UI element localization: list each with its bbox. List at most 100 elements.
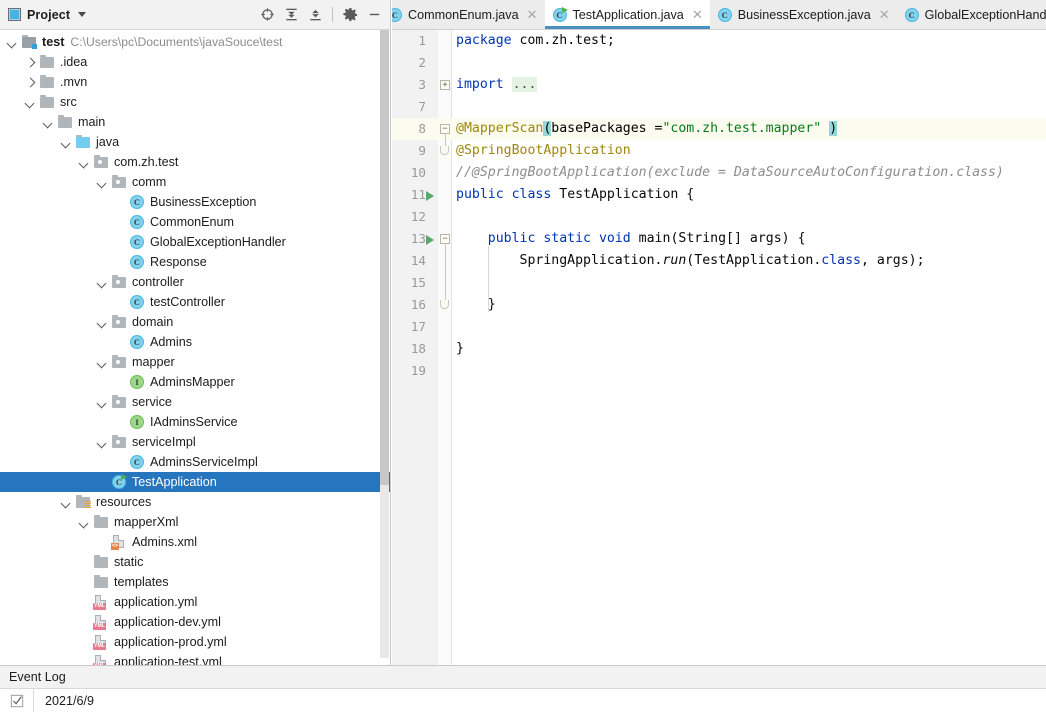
code-line[interactable]: 10 //@SpringBootApplication(exclude = Dat… [392,162,1046,184]
tree-node--idea[interactable]: .idea [0,52,390,72]
chevron-down-icon[interactable] [78,12,87,17]
tree-node-admins[interactable]: C Admins [0,332,390,352]
tree-node-testapplication[interactable]: C TestApplication [0,472,390,492]
tree-node-service[interactable]: service [0,392,390,412]
tree-node-label: IAdminsService [150,415,238,429]
tree-node-mapper[interactable]: mapper [0,352,390,372]
editor-tab-label: TestApplication.java [572,7,684,22]
chevron-down-icon[interactable] [97,177,108,188]
chevron-down-icon[interactable] [97,437,108,448]
code-line[interactable]: 1 package com.zh.test; [392,30,1046,52]
tree-node-templates[interactable]: templates [0,572,390,592]
chevron-down-icon[interactable] [97,357,108,368]
code-line[interactable]: 16 } [392,294,1046,316]
fold-region-end-icon[interactable] [440,146,449,155]
chevron-down-icon[interactable] [61,497,72,508]
tree-node-com-zh-test[interactable]: com.zh.test [0,152,390,172]
event-log-bar[interactable]: Event Log [0,665,1046,689]
collapse-all-icon[interactable] [304,4,326,26]
chevron-down-icon[interactable] [79,517,90,528]
editor-tab-commonenum-java[interactable]: C CommonEnum.java ✕ [392,0,545,29]
tree-node-mapperxml[interactable]: mapperXml [0,512,390,532]
tree-node-resources[interactable]: resources [0,492,390,512]
code-lines[interactable]: 1 package com.zh.test; 2 3 import ... 7 8 @Mapp… [392,30,1046,382]
tree-node-domain[interactable]: domain [0,312,390,332]
code-line[interactable]: 8 @MapperScan(basePackages ="com.zh.test.… [392,118,1046,140]
tree-node-test[interactable]: test C:\Users\pc\Documents\javaSouce\test [0,32,390,52]
editor-tab-globalexceptionhandler-j[interactable]: CGlobalExceptionHandler.j✕ [896,0,1046,29]
yml-file-icon: YML [93,614,109,630]
tree-node-response[interactable]: C Response [0,252,390,272]
code-line[interactable]: 18} [392,338,1046,360]
code-line[interactable]: 19 [392,360,1046,382]
chevron-down-icon[interactable] [79,157,90,168]
close-icon[interactable]: ✕ [527,8,538,21]
minimize-icon[interactable] [363,4,385,26]
run-gutter-icon[interactable] [426,191,434,201]
chevron-down-icon[interactable] [97,277,108,288]
tree-node-testcontroller[interactable]: CtestController [0,292,390,312]
editor-tab-label: CommonEnum.java [408,7,519,22]
chevron-down-icon[interactable] [61,137,72,148]
tree-node-iadminsservice[interactable]: I IAdminsService [0,412,390,432]
tree-node-comm[interactable]: comm [0,172,390,192]
chevron-down-icon[interactable] [7,37,18,48]
tree-node-main[interactable]: main [0,112,390,132]
code-editor[interactable]: 1 package com.zh.test; 2 3 import ... 7 8 @Mapp… [392,30,1046,665]
fold-region-end-icon[interactable] [440,300,449,309]
close-icon[interactable]: ✕ [879,8,890,21]
tree-node-controller[interactable]: controller [0,272,390,292]
code-line[interactable]: 13 public static void main(String[] args… [392,228,1046,250]
tree-node-static[interactable]: static [0,552,390,572]
code-line[interactable]: 9 @SpringBootApplication [392,140,1046,162]
code-line[interactable]: 3 import ... [392,74,1046,96]
chevron-right-icon[interactable] [25,57,36,68]
gear-icon[interactable] [339,4,361,26]
tree-node-label: serviceImpl [132,435,196,449]
tree-node-admins-xml[interactable]: <> Admins.xml [0,532,390,552]
tree-node-application-yml[interactable]: YML application.yml [0,592,390,612]
checkbox-icon[interactable] [0,689,34,712]
chevron-down-icon[interactable] [97,317,108,328]
tree-node-commonenum[interactable]: C CommonEnum [0,212,390,232]
project-scrollbar-thumb[interactable] [380,30,389,485]
tree-node-businessexception[interactable]: C BusinessException [0,192,390,212]
close-icon[interactable]: ✕ [692,8,703,21]
chevron-right-icon[interactable] [25,77,36,88]
expand-all-icon[interactable] [280,4,302,26]
editor-tab-businessexception-java[interactable]: C BusinessException.java ✕ [709,0,897,29]
editor-tab-testapplication-java[interactable]: C TestApplication.java ✕ [544,0,710,29]
tree-node-application-dev-yml[interactable]: YML application-dev.yml [0,612,390,632]
code-line[interactable]: 7 [392,96,1046,118]
tree-node-serviceimpl[interactable]: serviceImpl [0,432,390,452]
tree-node-src[interactable]: src [0,92,390,112]
tree-node-label: domain [132,315,174,329]
run-gutter-icon[interactable] [426,235,434,245]
code-line[interactable]: 12 [392,206,1046,228]
code-line[interactable]: 15 [392,272,1046,294]
code-line[interactable]: 2 [392,52,1046,74]
tree-node-application-test-yml[interactable]: YML application-test.yml [0,652,390,665]
tree-node-adminsmapper[interactable]: I AdminsMapper [0,372,390,392]
tree-node-application-prod-yml[interactable]: YML application-prod.yml [0,632,390,652]
chevron-down-icon[interactable] [25,97,36,108]
code-line[interactable]: 17 [392,316,1046,338]
chevron-down-icon[interactable] [97,397,108,408]
tree-node-label: java [96,135,120,149]
code-text: @MapperScan(basePackages ="com.zh.test.m… [456,121,838,136]
locate-in-tree-icon[interactable] [256,4,278,26]
event-log-label[interactable]: Event Log [9,670,66,684]
fold-expand-icon[interactable]: + [440,80,450,90]
chevron-down-icon[interactable] [43,117,54,128]
tree-node-adminsserviceimpl[interactable]: C AdminsServiceImpl [0,452,390,472]
code-line[interactable]: 14 SpringApplication.run(TestApplication… [392,250,1046,272]
code-line[interactable]: 11 public class TestApplication { [392,184,1046,206]
project-title-dropdown[interactable]: Project [8,8,87,22]
tree-node-java[interactable]: java [0,132,390,152]
project-tree[interactable]: test C:\Users\pc\Documents\javaSouce\test… [0,30,390,665]
tree-node-globalexceptionhandler[interactable]: C GlobalExceptionHandler [0,232,390,252]
tree-node-label: resources [96,495,152,509]
tree-node--mvn[interactable]: .mvn [0,72,390,92]
